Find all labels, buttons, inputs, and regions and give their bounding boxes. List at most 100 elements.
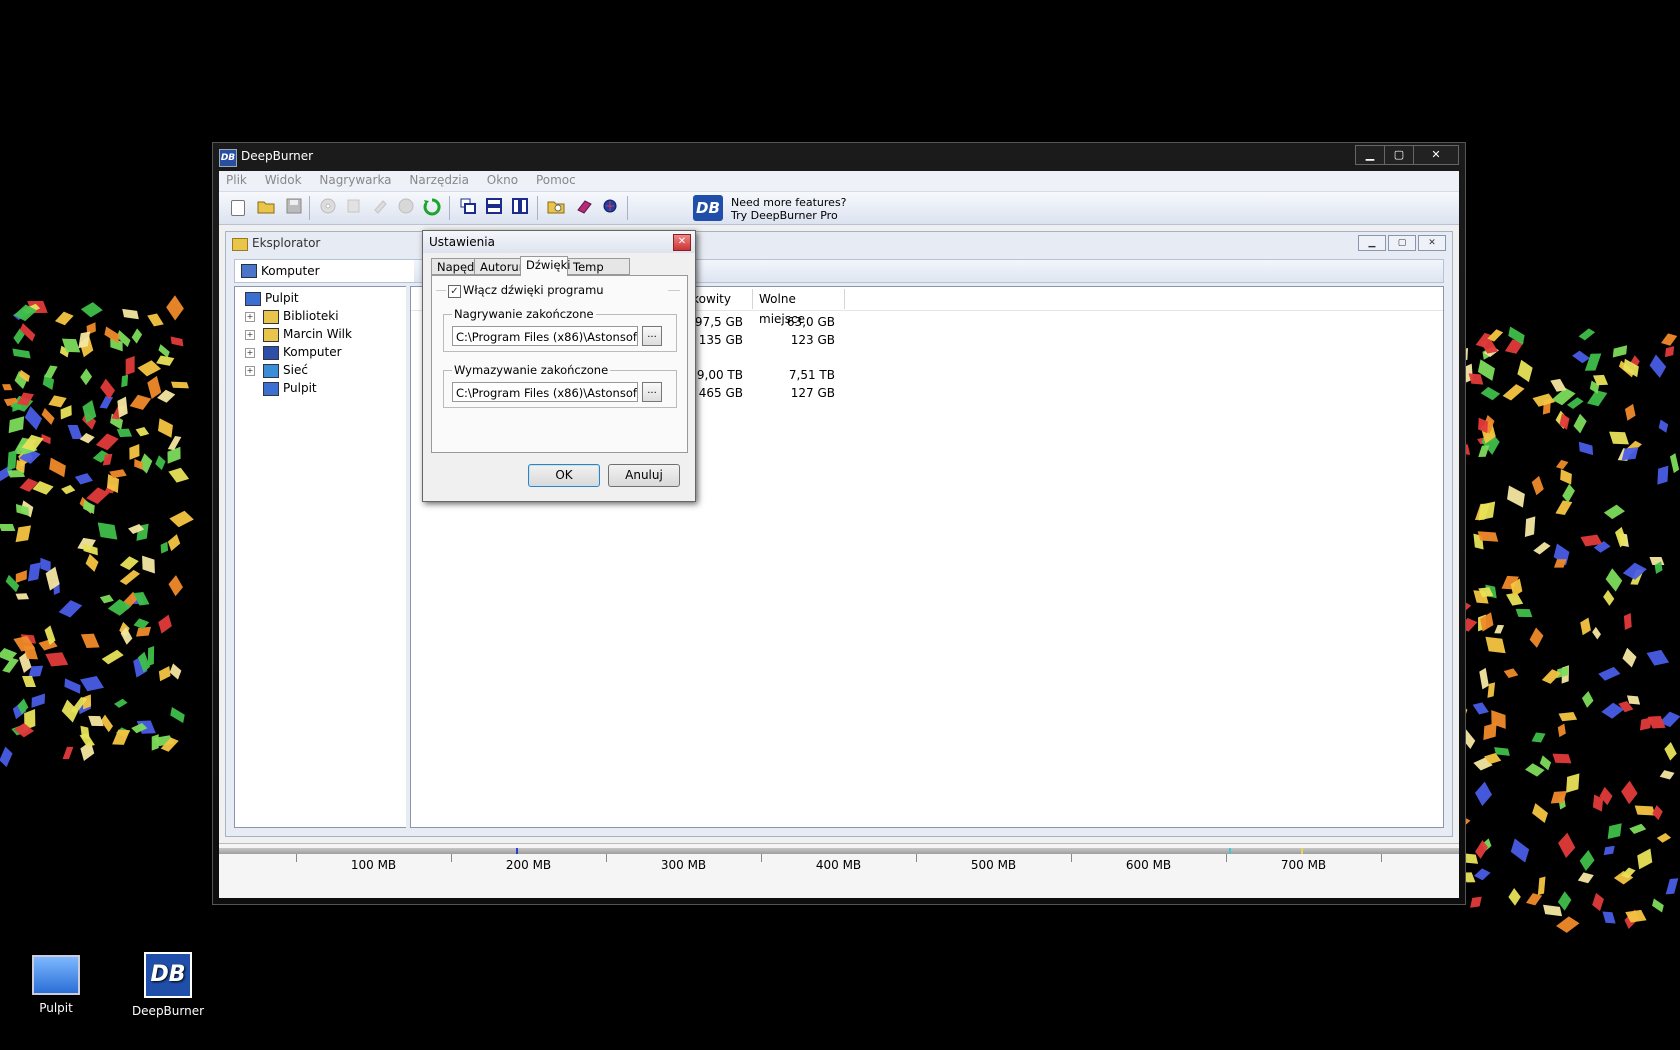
confetti-piece [1558, 711, 1578, 721]
confetti-piece [1533, 541, 1551, 555]
promo-line-1: Need more features? [731, 196, 847, 209]
expand-icon[interactable]: + [245, 312, 255, 322]
folder-tree[interactable]: Pulpit + Biblioteki + Marcin Wilk + Komputer + S… [234, 286, 408, 828]
confetti-piece [1494, 624, 1505, 633]
confetti-piece [44, 652, 68, 667]
confetti-piece [1474, 868, 1491, 881]
tree-node[interactable]: + Komputer [239, 344, 399, 360]
dialog-title-bar[interactable]: Ustawienia ✕ [423, 231, 695, 253]
confetti-piece [169, 575, 184, 596]
confetti-piece [146, 313, 164, 327]
expand-icon[interactable]: + [245, 366, 255, 376]
menu-okno[interactable]: Okno [480, 171, 525, 189]
confetti-piece [1485, 636, 1506, 654]
open-folder-icon[interactable] [257, 198, 275, 216]
help-book-icon[interactable] [575, 198, 593, 216]
ok-button[interactable]: OK [528, 464, 600, 487]
menu-widok[interactable]: Widok [258, 171, 309, 189]
tree-node[interactable]: + Biblioteki [239, 308, 399, 324]
tab-temp-folder[interactable]: Temp folder [567, 258, 630, 291]
refresh-icon[interactable] [423, 198, 441, 216]
title-bar[interactable]: DB DeepBurner ▁ ▢ ✕ [213, 143, 1465, 171]
erase-disc-icon[interactable] [371, 198, 389, 216]
cancel-button[interactable]: Anuluj [608, 464, 680, 487]
desktop-icon-pulpit[interactable]: Pulpit [16, 955, 96, 1015]
deepburner-window[interactable]: DB DeepBurner ▁ ▢ ✕ Plik Widok Nagrywark… [212, 142, 1466, 905]
close-button[interactable]: ✕ [1413, 145, 1459, 165]
tree-node[interactable]: Pulpit [239, 290, 399, 306]
tab-autorun[interactable]: Autorun [474, 258, 526, 275]
disc-info-icon[interactable] [397, 198, 415, 216]
explorer-restore-button[interactable]: ▢ [1388, 235, 1416, 251]
confetti-piece [82, 500, 95, 514]
burn-finished-browse-button[interactable]: ... [642, 326, 662, 346]
confetti-piece [1487, 328, 1503, 342]
confetti-piece [166, 295, 185, 321]
explorer-minimize-button[interactable]: ▁ [1358, 235, 1386, 251]
tree-node-label: Biblioteki [283, 309, 339, 323]
tree-node-label: Pulpit [265, 291, 299, 305]
tile-vertical-icon[interactable] [511, 198, 529, 216]
confetti-piece [1482, 722, 1497, 740]
enable-sounds-label[interactable]: Włącz dźwięki programu [463, 283, 604, 297]
explorer-close-button[interactable]: ✕ [1418, 235, 1446, 251]
tree-node[interactable]: + Marcin Wilk [239, 326, 399, 342]
column-free-space[interactable]: Wolne miejsce [753, 289, 845, 326]
tab-naped[interactable]: Napęd [431, 258, 475, 275]
dialog-close-button[interactable]: ✕ [673, 234, 691, 251]
confetti-piece [55, 311, 74, 325]
confetti-piece [169, 663, 182, 681]
confetti-piece [25, 405, 43, 430]
minimize-button[interactable]: ▁ [1355, 145, 1385, 165]
explorer-folder-icon[interactable] [547, 198, 565, 216]
menu-plik[interactable]: Plik [219, 171, 254, 189]
erase-finished-path[interactable]: C:\Program Files (x86)\Astonsoft\DeepBur… [452, 382, 638, 402]
confetti-piece [1598, 667, 1621, 681]
erase-finished-label: Wymazywanie zakończone [452, 363, 611, 377]
capacity-tick-label: 200 MB [505, 858, 552, 872]
capacity-tick-label: 500 MB [970, 858, 1017, 872]
expand-icon[interactable]: + [245, 330, 255, 340]
confetti-piece [1591, 626, 1601, 640]
burn-finished-path[interactable]: C:\Program Files (x86)\Astonsoft\DeepBur… [452, 326, 638, 346]
cascade-icon[interactable] [459, 198, 477, 216]
confetti-piece [74, 472, 94, 485]
explorer-title-bar[interactable]: Eksplorator ▁ ▢ ✕ [226, 232, 1452, 254]
burn-disc-icon[interactable] [319, 198, 337, 216]
promo-text[interactable]: Need more features? Try DeepBurner Pro [731, 196, 847, 222]
desktop-icon-deepburner[interactable]: DB DeepBurner [128, 952, 208, 1018]
expand-icon[interactable]: + [245, 348, 255, 358]
confetti-piece [1475, 781, 1493, 806]
app-icon: DB [219, 149, 237, 167]
address-box[interactable]: Komputer [234, 259, 416, 283]
tile-horizontal-icon[interactable] [485, 198, 503, 216]
erase-finished-browse-button[interactable]: ... [642, 382, 662, 402]
confetti-piece [1566, 397, 1584, 410]
enable-sounds-checkbox[interactable]: ✓ [448, 285, 461, 298]
tab-dzwieki[interactable]: Dźwięki [520, 256, 570, 276]
user-folder-icon [263, 328, 279, 342]
tree-node[interactable]: Pulpit [239, 380, 399, 396]
save-icon[interactable] [285, 198, 303, 216]
maximize-button[interactable]: ▢ [1384, 145, 1414, 165]
deepburner-pro-logo[interactable]: DB [693, 195, 723, 221]
tree-node[interactable]: + Sieć [239, 362, 399, 378]
capacity-marker [516, 848, 518, 854]
menu-nagrywarka[interactable]: Nagrywarka [312, 171, 398, 189]
confetti-piece [97, 522, 118, 540]
desktop-icon [263, 382, 279, 396]
settings-dialog[interactable]: Ustawienia ✕ Napęd Autorun Dźwięki Temp … [422, 230, 696, 502]
about-globe-icon[interactable] [601, 198, 619, 216]
capacity-tick [761, 854, 762, 862]
new-file-icon[interactable] [231, 200, 245, 216]
menu-narzedzia[interactable]: Narzędzia [402, 171, 476, 189]
confetti-piece [1581, 691, 1594, 709]
copy-disc-icon[interactable] [345, 198, 363, 216]
menu-pomoc[interactable]: Pomoc [529, 171, 583, 189]
confetti-piece [1552, 753, 1571, 764]
burn-finished-label: Nagrywanie zakończone [452, 307, 596, 321]
confetti-piece [85, 553, 100, 573]
confetti-piece [1579, 850, 1595, 872]
confetti-piece [160, 542, 169, 554]
explorer-title: Eksplorator [252, 236, 321, 250]
